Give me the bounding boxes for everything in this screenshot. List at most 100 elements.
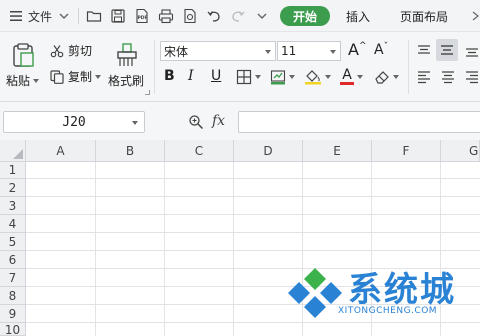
align-center-icon[interactable] bbox=[440, 69, 456, 85]
row-label: 9 bbox=[8, 306, 17, 321]
row-header[interactable]: 6 bbox=[0, 251, 26, 269]
tab-insert[interactable]: 插入 bbox=[338, 6, 378, 26]
tab-home-label: 开始 bbox=[292, 9, 317, 24]
formula-bar: J20 fx bbox=[0, 102, 480, 140]
export-pdf-icon[interactable]: PDF bbox=[134, 8, 150, 24]
group-expand-icon[interactable] bbox=[145, 90, 150, 95]
row-header[interactable]: 2 bbox=[0, 179, 26, 197]
menu-icon[interactable] bbox=[8, 8, 24, 24]
row-header[interactable]: 7 bbox=[0, 269, 26, 287]
format-painter-button[interactable]: 格式刷 bbox=[106, 40, 148, 88]
font-size-value: 11 bbox=[281, 44, 297, 58]
column-header-b[interactable]: B bbox=[96, 140, 165, 162]
copy-button[interactable]: 复制 bbox=[50, 68, 102, 85]
row-header[interactable]: 9 bbox=[0, 305, 26, 323]
chevron-down-icon bbox=[325, 75, 331, 79]
italic-button[interactable]: I bbox=[188, 68, 194, 84]
row-label: 10 bbox=[4, 323, 21, 336]
align-left-icon[interactable] bbox=[416, 69, 432, 85]
save-icon[interactable] bbox=[110, 8, 126, 24]
caret-down-icon: ˇ bbox=[383, 42, 389, 52]
column-header-c[interactable]: C bbox=[165, 140, 234, 162]
print-preview-icon[interactable] bbox=[182, 8, 198, 24]
chevron-down-icon bbox=[265, 50, 271, 54]
clear-format-button[interactable] bbox=[374, 69, 399, 85]
column-label: E bbox=[333, 143, 341, 158]
bold-label: B bbox=[164, 68, 175, 84]
insert-function-button[interactable]: fx bbox=[212, 113, 225, 129]
underline-button[interactable]: U bbox=[211, 68, 221, 84]
row-header[interactable]: 4 bbox=[0, 215, 26, 233]
column-header-a[interactable]: A bbox=[26, 140, 96, 162]
shrink-font-button[interactable]: Aˇ bbox=[374, 42, 388, 58]
row-header[interactable]: 10 bbox=[0, 323, 26, 336]
tab-page-layout-label: 页面布局 bbox=[399, 9, 448, 24]
chevron-down-icon bbox=[95, 74, 102, 79]
tab-home[interactable]: 开始 bbox=[280, 6, 330, 26]
chevron-down-icon[interactable] bbox=[256, 8, 268, 24]
row-header[interactable]: 3 bbox=[0, 197, 26, 215]
zoom-in-icon[interactable] bbox=[188, 114, 204, 130]
paste-button[interactable]: 粘贴 bbox=[6, 40, 40, 88]
font-color-swatch bbox=[340, 82, 354, 85]
row-label: 7 bbox=[8, 270, 17, 285]
font-size-select[interactable]: 11 bbox=[277, 41, 341, 61]
print-icon[interactable] bbox=[158, 8, 174, 24]
redo-icon[interactable] bbox=[230, 8, 246, 24]
cell-fill-button[interactable] bbox=[270, 69, 295, 85]
cut-button[interactable]: 剪切 bbox=[50, 42, 92, 59]
align-middle-button[interactable] bbox=[436, 39, 458, 61]
bold-button[interactable]: B bbox=[164, 68, 175, 84]
separator bbox=[408, 40, 409, 94]
align-bottom-icon[interactable] bbox=[464, 43, 480, 59]
chevron-down-icon bbox=[132, 121, 138, 125]
align-right-icon[interactable] bbox=[464, 69, 480, 85]
grow-font-label: A bbox=[348, 40, 359, 59]
row-label: 5 bbox=[8, 234, 17, 249]
column-header-e[interactable]: E bbox=[303, 140, 372, 162]
format-painter-label: 格式刷 bbox=[108, 74, 145, 88]
watermark-brand: 系统城 bbox=[348, 270, 456, 310]
row-header[interactable]: 5 bbox=[0, 233, 26, 251]
grow-font-button[interactable]: A ^ bbox=[348, 40, 367, 59]
column-header-d[interactable]: D bbox=[234, 140, 303, 162]
scissors-icon bbox=[50, 44, 64, 57]
formula-input[interactable] bbox=[238, 111, 480, 133]
underline-label: U bbox=[211, 68, 222, 84]
fill-color-button[interactable] bbox=[304, 69, 331, 85]
column-header-f[interactable]: F bbox=[372, 140, 441, 162]
watermark-url: XITONGCHENG.COM bbox=[338, 306, 438, 316]
file-menu[interactable]: 文件 bbox=[28, 0, 52, 32]
font-color-button[interactable]: A bbox=[340, 68, 363, 85]
open-folder-icon[interactable] bbox=[86, 8, 102, 24]
name-box[interactable]: J20 bbox=[3, 111, 145, 133]
font-name-select[interactable]: 宋体 bbox=[160, 41, 276, 61]
file-menu-label: 文件 bbox=[28, 9, 53, 24]
italic-label: I bbox=[188, 68, 194, 84]
separator bbox=[78, 8, 79, 24]
row-header[interactable]: 1 bbox=[0, 162, 26, 179]
caret-up-icon: ^ bbox=[358, 40, 367, 51]
undo-icon[interactable] bbox=[206, 8, 222, 24]
tab-page-layout[interactable]: 页面布局 bbox=[394, 6, 454, 26]
row-label: 1 bbox=[8, 163, 17, 177]
overflow-icon[interactable] bbox=[470, 8, 480, 24]
chevron-down-icon bbox=[33, 78, 40, 83]
tab-insert-label: 插入 bbox=[345, 9, 370, 24]
menu-bar: 文件 PDF 开始 插入 页面布局 bbox=[0, 0, 480, 32]
chevron-down-icon bbox=[255, 75, 261, 79]
shrink-font-label: A bbox=[374, 42, 384, 58]
column-header-g[interactable]: G bbox=[441, 140, 480, 162]
grid-line bbox=[95, 162, 96, 336]
chevron-down-icon[interactable] bbox=[58, 8, 70, 24]
fx-label: fx bbox=[212, 113, 226, 129]
paint-bucket-icon bbox=[305, 70, 321, 85]
column-label: B bbox=[125, 143, 135, 158]
borders-button[interactable] bbox=[236, 69, 261, 85]
chevron-down-icon bbox=[289, 75, 295, 79]
row-header[interactable]: 8 bbox=[0, 287, 26, 305]
row-label: 8 bbox=[8, 288, 17, 303]
align-top-icon[interactable] bbox=[416, 43, 432, 59]
separator bbox=[154, 40, 155, 94]
select-all-corner[interactable] bbox=[0, 140, 26, 162]
